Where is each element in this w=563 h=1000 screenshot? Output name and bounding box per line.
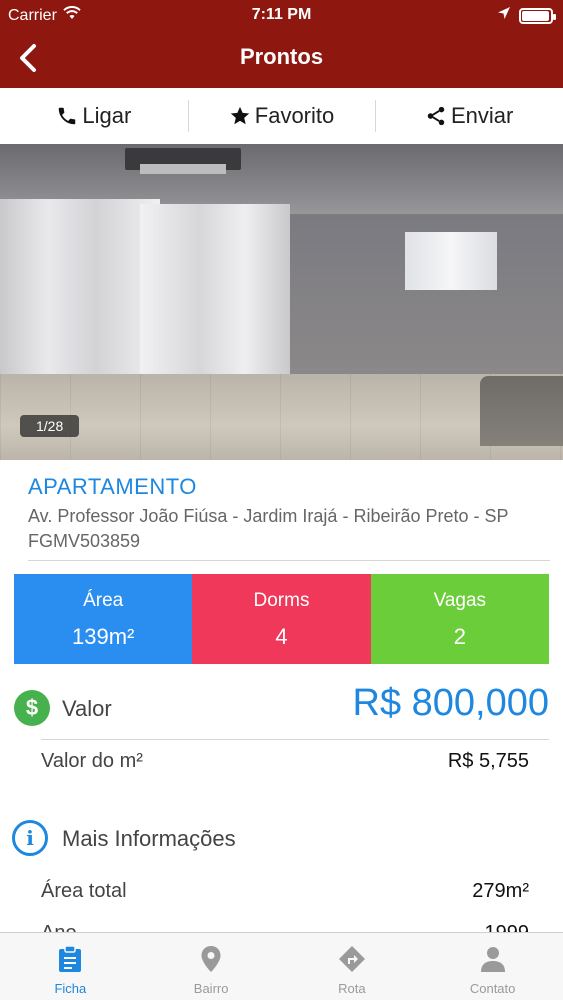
stat-value: 139m² <box>71 624 135 649</box>
directions-icon <box>338 946 365 972</box>
property-address: Av. Professor João Fiúsa - Jardim Irajá … <box>28 506 509 526</box>
price-row: $ Valor R$ 800,000 <box>14 682 549 730</box>
tab-contato[interactable]: Contato <box>422 933 563 1000</box>
window <box>405 232 497 290</box>
photo-counter: 1/28 <box>20 415 80 437</box>
tab-label: Ficha <box>54 981 87 996</box>
share-label: Enviar <box>451 103 514 128</box>
curtain <box>0 199 160 399</box>
info-icon: i <box>12 820 48 856</box>
price-per-m2-label: Valor do m² <box>41 750 143 772</box>
tab-bairro[interactable]: Bairro <box>141 933 282 1000</box>
curtain <box>140 204 290 394</box>
price-label: Valor <box>62 696 112 721</box>
price-per-m2-row: Valor do m² R$ 5,755 <box>41 750 529 773</box>
tab-ficha[interactable]: Ficha <box>0 933 141 1000</box>
stat-dorms: Dorms 4 <box>192 574 371 664</box>
property-photo[interactable]: 1/28 <box>0 144 563 460</box>
app-header: Carrier 7:11 PM Prontos <box>0 0 563 88</box>
status-bar: Carrier 7:11 PM <box>0 0 563 30</box>
property-type: APARTAMENTO <box>28 474 197 499</box>
stat-label: Vagas <box>433 590 487 611</box>
divider <box>28 560 550 561</box>
call-label: Ligar <box>82 103 132 128</box>
favorite-button[interactable]: Favorito <box>187 88 376 144</box>
map-pin-icon <box>201 946 221 972</box>
stat-vagas: Vagas 2 <box>370 574 549 664</box>
tab-rota[interactable]: Rota <box>282 933 423 1000</box>
price-per-m2-value: R$ 5,755 <box>447 750 529 772</box>
action-bar: Ligar Favorito Enviar <box>0 88 563 144</box>
more-info-title: Mais Informações <box>62 826 236 851</box>
divider <box>41 739 549 740</box>
property-stats: Área 139m² Dorms 4 Vagas 2 <box>14 574 549 664</box>
stat-value: 2 <box>453 624 466 649</box>
share-icon <box>427 106 445 126</box>
person-icon <box>480 947 505 972</box>
share-button[interactable]: Enviar <box>375 88 563 144</box>
phone-icon <box>59 107 76 125</box>
dollar-icon: $ <box>14 690 50 726</box>
call-button[interactable]: Ligar <box>0 88 188 144</box>
tab-label: Rota <box>338 981 366 996</box>
stat-area: Área 139m² <box>14 574 193 664</box>
price-value: R$ 800,000 <box>352 682 550 724</box>
tab-label: Bairro <box>193 981 229 996</box>
more-info-header: i Mais Informações <box>12 820 549 858</box>
status-time: 7:11 PM <box>251 6 312 23</box>
star-icon <box>230 106 249 125</box>
tab-bar: Ficha Bairro Rota Contato <box>0 932 563 1000</box>
battery-icon <box>519 7 556 24</box>
stat-label: Dorms <box>253 590 310 611</box>
property-code: FGMV503859 <box>28 531 141 551</box>
tab-label: Contato <box>469 981 516 996</box>
property-info: APARTAMENTO Av. Professor João Fiúsa - J… <box>28 474 550 552</box>
page-title: Prontos <box>239 44 324 69</box>
stat-label: Área <box>83 590 124 611</box>
tile-floor <box>0 374 563 460</box>
location-arrow-icon <box>497 6 511 25</box>
favorite-label: Favorito <box>254 103 335 128</box>
stat-value: 4 <box>275 624 288 649</box>
nav-bar: Prontos <box>0 30 563 88</box>
info-row-value: 279m² <box>472 880 529 902</box>
info-row: Área total 279m² <box>41 880 529 903</box>
info-row-label: Área total <box>41 880 127 902</box>
clipboard-icon <box>59 945 82 972</box>
